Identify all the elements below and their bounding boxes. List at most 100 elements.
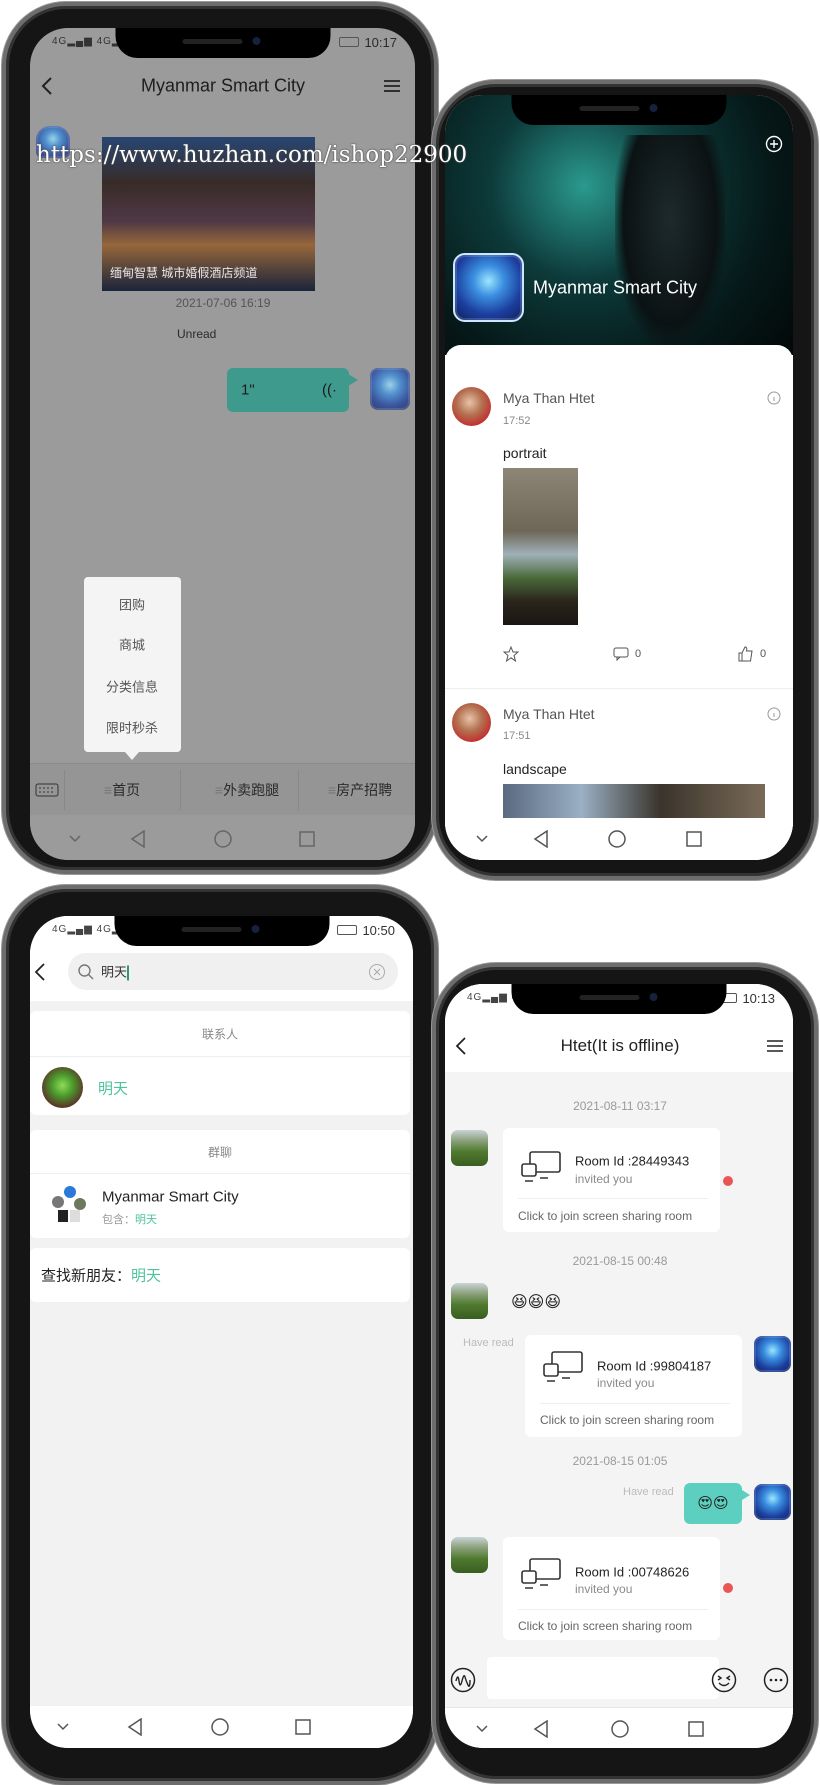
join-room-link[interactable]: Click to join screen sharing room <box>540 1413 714 1427</box>
tab-menu-icon: ≡ <box>103 782 113 798</box>
banner-caption: 缅甸智慧 城市婚假酒店频道 <box>110 266 258 280</box>
nav-home-icon[interactable] <box>610 1719 630 1739</box>
info-icon[interactable] <box>767 391 781 405</box>
timestamp: 2021-07-06 16:19 <box>175 296 271 310</box>
nav-home-icon[interactable] <box>210 1717 230 1737</box>
popup-menu: 团购 商城 分类信息 限时秒杀 <box>84 577 181 760</box>
nav-home-icon[interactable] <box>607 829 627 849</box>
find-friend-text: 查找新朋友：明天 <box>41 1265 161 1286</box>
emoji-reply-bubble[interactable]: 😍😍 <box>684 1483 742 1524</box>
screen-share-icon <box>543 1351 583 1382</box>
add-circle-icon[interactable] <box>765 135 783 153</box>
popup-item-flashsale[interactable]: 限时秒杀 <box>106 718 158 737</box>
nav-back-icon[interactable] <box>533 1720 549 1738</box>
post-author[interactable]: Mya Than Htet <box>503 390 595 406</box>
back-icon[interactable] <box>32 962 48 982</box>
nav-back-icon[interactable] <box>533 830 549 848</box>
join-room-link[interactable]: Click to join screen sharing room <box>518 1209 692 1223</box>
contact-row[interactable]: 明天 <box>30 1057 410 1115</box>
tab-realestate[interactable]: ≡房产招聘 <box>328 780 392 800</box>
nav-recent-icon[interactable] <box>294 1718 312 1736</box>
back-icon[interactable] <box>39 76 55 96</box>
voice-input-icon[interactable] <box>450 1667 476 1693</box>
popup-item-groupbuy[interactable]: 团购 <box>119 595 145 614</box>
my-avatar[interactable] <box>754 1336 791 1372</box>
nav-recent-icon[interactable] <box>298 830 316 848</box>
clear-icon[interactable] <box>368 963 386 981</box>
chevron-down-icon[interactable] <box>475 834 489 844</box>
chevron-down-icon[interactable] <box>475 1724 489 1734</box>
emoji-icon[interactable] <box>711 1667 737 1693</box>
info-icon[interactable] <box>767 707 781 721</box>
divider <box>540 1403 730 1404</box>
nav-back-icon[interactable] <box>127 1718 143 1736</box>
like-count: 0 <box>760 648 767 660</box>
group-name: Myanmar Smart City <box>102 1188 239 1206</box>
find-label: 查找新朋友： <box>41 1267 132 1285</box>
like-icon[interactable] <box>738 646 754 662</box>
find-new-friend[interactable]: 查找新朋友：明天 <box>30 1248 410 1302</box>
more-icon[interactable] <box>763 1667 789 1693</box>
tab-menu-icon: ≡ <box>214 782 224 798</box>
my-avatar[interactable] <box>754 1484 791 1520</box>
chevron-down-icon[interactable] <box>68 834 82 844</box>
status-time: 10:13 <box>742 991 775 1006</box>
room-invite-card[interactable]: Room Id :99804187 invited you Click to j… <box>525 1335 742 1437</box>
screen-share-icon <box>521 1558 561 1589</box>
nav-home-icon[interactable] <box>213 829 233 849</box>
comment-icon[interactable] <box>613 647 629 661</box>
room-invite-card[interactable]: Room Id :28449343 invited you Click to j… <box>503 1128 720 1232</box>
contact-avatar[interactable] <box>451 1130 488 1166</box>
post-time: 17:52 <box>503 415 531 427</box>
contact-avatar[interactable] <box>451 1537 488 1573</box>
back-icon[interactable] <box>453 1036 469 1056</box>
groups-section: 群聊 Myanmar Smart City 包含：明天 <box>30 1130 410 1238</box>
keyboard-icon[interactable] <box>35 780 59 800</box>
message-input[interactable] <box>487 1657 719 1699</box>
bubble-tail <box>348 374 358 386</box>
tab-home[interactable]: ≡首页 <box>104 780 140 800</box>
screen-share-icon <box>521 1151 561 1182</box>
my-avatar[interactable] <box>370 368 410 410</box>
contact-avatar[interactable] <box>451 1283 488 1319</box>
star-icon[interactable] <box>503 646 519 662</box>
post-text: landscape <box>503 761 567 777</box>
post-author[interactable]: Mya Than Htet <box>503 706 595 722</box>
menu-icon[interactable] <box>765 1038 785 1054</box>
divider <box>518 1198 708 1199</box>
group-row[interactable]: Myanmar Smart City 包含：明天 <box>30 1174 410 1238</box>
room-id: Room Id :28449343 <box>575 1153 690 1169</box>
page-title: Myanmar Smart City <box>140 75 306 96</box>
room-invite-card[interactable]: Room Id :00748626 invited you Click to j… <box>503 1537 720 1640</box>
author-avatar[interactable] <box>452 703 491 742</box>
timestamp: 2021-08-15 01:05 <box>572 1454 668 1468</box>
chevron-down-icon[interactable] <box>56 1722 70 1732</box>
nav-recent-icon[interactable] <box>687 1720 705 1738</box>
search-input[interactable]: 明天 <box>68 953 398 990</box>
join-room-link[interactable]: Click to join screen sharing room <box>518 1619 692 1633</box>
author-avatar[interactable] <box>452 387 491 426</box>
hooded-figure <box>615 135 725 345</box>
post-image[interactable] <box>503 468 578 625</box>
member-avatar <box>52 1196 64 1208</box>
tab-label: 首页 <box>112 782 141 798</box>
nav-back-icon[interactable] <box>130 830 146 848</box>
bottom-menu-bar: ≡首页 ≡外卖跑腿 ≡房产招聘 <box>30 763 415 815</box>
post-time: 17:51 <box>503 730 531 742</box>
text-cursor <box>127 965 130 981</box>
tab-delivery[interactable]: ≡外卖跑腿 <box>215 780 279 800</box>
member-avatar <box>70 1210 80 1222</box>
popup-item-mall[interactable]: 商城 <box>119 635 145 654</box>
read-status: Have read <box>623 1486 674 1498</box>
room-id: Room Id :00748626 <box>575 1564 690 1580</box>
contacts-header: 联系人 <box>201 1027 239 1042</box>
emoji-message: 😆😆😆 <box>511 1294 562 1311</box>
contact-name: 明天 <box>98 1080 129 1098</box>
room-sub: invited you <box>575 1172 633 1186</box>
search-value: 明天 <box>101 961 130 981</box>
voice-bubble[interactable]: 1" ((· <box>227 368 349 412</box>
popup-item-classifieds[interactable]: 分类信息 <box>106 677 158 696</box>
group-avatar[interactable] <box>453 253 524 322</box>
nav-recent-icon[interactable] <box>685 830 703 848</box>
menu-icon[interactable] <box>382 78 402 94</box>
